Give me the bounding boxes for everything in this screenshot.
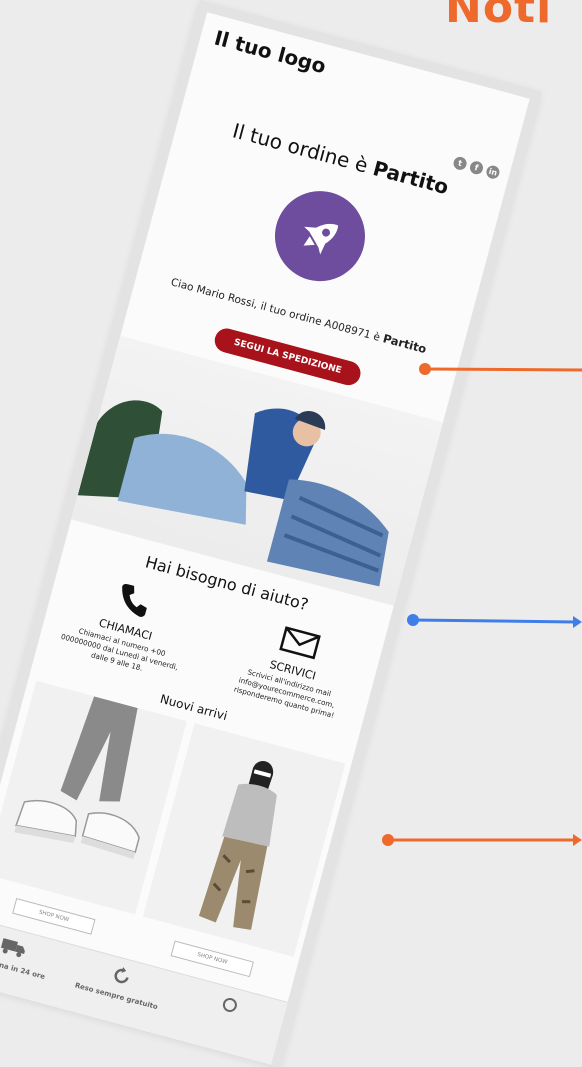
order-heading-prefix: Il tuo ordine è bbox=[230, 118, 377, 180]
refresh-icon bbox=[114, 967, 129, 984]
order-heading-status: Partito bbox=[370, 156, 452, 200]
mail-icon[interactable] bbox=[277, 623, 323, 662]
social-icons: t f in bbox=[452, 155, 501, 181]
shop-now-button-1[interactable]: SHOP NOW bbox=[12, 898, 96, 935]
callout-arrow-track-button bbox=[419, 363, 582, 375]
greeting-prefix: Ciao Mario Rossi, il tuo ordine A008971 … bbox=[169, 276, 385, 345]
linkedin-icon[interactable]: in bbox=[484, 164, 501, 181]
truck-icon bbox=[0, 938, 25, 958]
brand-logo: Il tuo logo bbox=[211, 25, 329, 79]
info-icon bbox=[222, 997, 237, 1012]
callout-arrow-product bbox=[382, 834, 582, 846]
twitter-icon[interactable]: t bbox=[452, 155, 469, 172]
shop-now-button-2[interactable]: SHOP NOW bbox=[170, 940, 254, 978]
rocket-icon bbox=[303, 223, 339, 255]
email-mockup-frame: Il tuo logo t f in Il tuo ordine è Parti… bbox=[0, 0, 542, 1067]
feature-returns: Reso sempre gratuito bbox=[62, 953, 177, 1014]
callout-arrow-mail bbox=[407, 614, 582, 628]
feature-delivery: Consegna in 24 ore bbox=[0, 924, 69, 985]
rocket-badge bbox=[264, 180, 376, 292]
page-title: Noti bbox=[445, 0, 553, 33]
feature-extra bbox=[172, 982, 285, 1036]
greeting-status: Partito bbox=[381, 331, 428, 357]
email-preview: Il tuo logo t f in Il tuo ordine è Parti… bbox=[0, 12, 530, 1065]
phone-icon[interactable] bbox=[113, 579, 155, 621]
facebook-icon[interactable]: f bbox=[468, 159, 485, 176]
